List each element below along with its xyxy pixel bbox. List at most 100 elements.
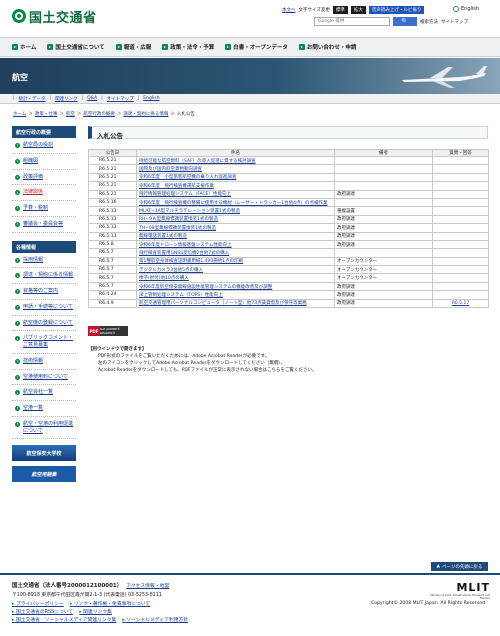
cell-qa-link [432,239,489,250]
cell-title-link[interactable]: RH−9Ａ型無線標識装置換装1式の製造 [136,214,335,225]
cell-title-link[interactable]: 令和6年度 飛行検査機の整備に使用する機材（レーザー・トラッカー1台他4点）の点… [136,197,335,208]
breadcrumb-procurement[interactable]: 調達・契約に係る情報 [123,111,168,117]
cell-title-link[interactable]: TH−08型無線標識装置換装1式の製造 [136,223,335,233]
get-adobe-reader-badge[interactable]: PDF Get ADOBE® READER® [88,326,128,337]
table-row: R6.5.21 令和6年度 小型旅客航空機の乗り入れ促進調査 [88,172,489,183]
cell-title-link[interactable]: デジタルカメラ3台他5点の購入 [136,265,335,275]
gnav-home[interactable]: ホーム [12,43,36,51]
cell-title-link[interactable]: 持続可能な航空燃料（SAF）の導入促進に資する検討調査 [136,155,335,166]
cell-title-link[interactable]: 飛行情報管理処理システム（FACE）性能向上 [136,189,335,199]
main-content: 入札公告 公告日 件名 備考 質問・回答 R6.5.21 持続可能な航空燃料（SA… [88,126,489,374]
cell-date: R6.5.21 [88,164,137,174]
footer-org: 国土交通省（法人番号2000012100001） アクセス情報・地図 [12,581,169,589]
mlit-logo-subtext: Ministry of Land, Infrastructure, Transp… [430,594,490,600]
gnav-label: 国土交通省について [55,45,105,51]
cell-note [334,155,433,166]
cell-title-link[interactable]: 航空交通管理用パーソナルコンピュータ（ノート型）他73点賃貸借及び保守等業務 [136,298,335,309]
access-map-link[interactable]: アクセス情報・地図 [126,584,169,589]
arrow-icon [15,143,20,148]
cell-title-link[interactable]: 第1種航空身体検査証明書用紙1,400冊他1点の印刷 [136,256,335,267]
social-media-links-link[interactable]: 国土交通省 ソーシャルメディア関連リンク集 [12,616,116,623]
sidebar-item-councils[interactable]: 審議会・委員会等 [12,217,76,233]
rss-link[interactable]: 国土交通省のRSSについて [12,608,73,615]
gnav-whitepaper[interactable]: 白書・オープンデータ [225,43,288,51]
sidebar-item-public-comment[interactable]: パブリックコメント・ご意見募集 [12,331,76,354]
sidebar-item-evaluation[interactable]: 政策評価 [12,170,76,186]
arrow-icon [15,257,20,263]
speech-reader-button[interactable]: 音声読み上げ・ルビ振り [368,6,425,14]
table-row: R6.5.7 椅子(肘付)他10点の購入 オープンカウンター [88,273,489,283]
arrow-icon [15,406,20,411]
sidebar-item-qualifications[interactable]: 資格等のご案内 [12,284,76,300]
subnav-sitemap[interactable]: サイトマップ [107,96,134,102]
tender-notice-table: 公告日 件名 備考 質問・回答 R6.5.21 持続可能な航空燃料（SAF）の導入… [88,149,489,309]
english-link[interactable]: English [453,6,479,12]
cell-qa-link[interactable]: R6.5.17 [432,298,489,309]
table-row: R6.5.8 令和6年度ドローン情報基盤システム性能向上 政府調達 [88,239,489,250]
table-row: R6.5.21 飛行情報管理処理システム（FACE）性能向上 政府調達 [88,189,489,199]
search-button[interactable]: 🔍 [393,17,417,26]
cell-note: オープンカウンター [334,265,433,275]
sidebar-item-budget[interactable]: 予算・税制 [12,201,76,217]
table-row: R6.5.16 令和6年度 飛行検査機の整備に使用する機材（レーザー・トラッカー1… [88,197,489,208]
breadcrumb-overview[interactable]: 航空行政の概要 [83,111,115,117]
copyright-link[interactable]: リンク・著作権・免責事項について [70,600,151,607]
sidebar-item-airlines[interactable]: 航空会社一覧 [12,385,76,401]
aviation-glossary-banner[interactable]: 航空用語集 [12,466,76,483]
sidebar-group-info: 各種情報 採用情報 調達・契約に係る情報 資格等のご案内 申請・手続等について … [12,240,76,440]
subnav-qa[interactable]: Q&A [87,96,97,101]
breadcrumb-aviation[interactable]: 航空 [66,111,75,117]
cell-title-link[interactable]: 椅子(肘付)他10点の購入 [136,273,335,283]
sidebar-item-registration[interactable]: 航空機の登録について [12,316,76,332]
table-row: R6.5.7 令和6年度航空保安無線施設性能管理システムの機能改善及び調整 政府調達 [88,281,489,292]
gnav-press[interactable]: 報道・広報 [115,43,151,51]
cell-title-link[interactable]: 洋上管制処理システム（TOPS）性能向上 [136,290,335,300]
gnav-policy[interactable]: 政策・法令・予算 [162,43,214,51]
cell-note: 政府調達 [334,223,433,233]
breadcrumb-policy[interactable]: 政策・仕事 [35,111,58,117]
gnav-contact[interactable]: お問い合わせ・申請 [298,43,356,51]
cell-note [334,181,433,191]
cell-title-link[interactable]: 令和6年度ドローン情報基盤システム性能向上 [136,239,335,250]
cell-title-link[interactable]: 飛行検査装置用GNSS受信機2台他7式の購入 [136,248,335,258]
privacy-policy-link[interactable]: プライバシーポリシー [12,600,64,607]
gnav-about[interactable]: 国土交通省について [47,43,105,51]
cell-title-link[interactable]: 令和6年度航空保安無線施設性能管理システムの機能改善及び調整 [136,281,335,292]
sidebar-item-technical[interactable]: 技術情報 [12,354,76,370]
subnav-english[interactable]: English [143,96,159,101]
site-logo[interactable]: 国土交通省 [12,9,97,26]
page-top-button[interactable]: ▲ ページの先頭に戻る [431,562,488,571]
cell-title-link[interactable]: 無線電話装置1式の製造 [136,231,335,241]
subnav-statistics[interactable]: 統計・データ [19,96,46,102]
sidebar-item-applications[interactable]: 申請・手続等について [12,300,76,316]
skip-to-content-link[interactable]: 本文へ [282,7,296,13]
sidebar-item-recruit[interactable]: 採用情報 [12,253,76,269]
sitemap-link[interactable]: サイトマップ [441,19,468,25]
cell-title-link[interactable]: MLAT−3A型マルチラテレーション装置1式の製造 [136,206,335,216]
cell-qa-link [432,273,489,283]
sidebar-item-promotion[interactable]: 航空・空港の利用促進について [12,417,76,440]
font-size-standard-button[interactable]: 標準 [332,6,348,14]
related-links-link[interactable]: 関連リンク集 [79,608,112,615]
table-row: R6.4.9 航空交通管理用パーソナルコンピュータ（ノート型）他73点賃貸借及び保… [88,298,489,309]
help-text: Acrobat Readerをダウンロードしても、PDFファイルが正常に表示され… [98,367,317,373]
sidebar-item-laws[interactable]: 法律関係 [12,185,76,201]
aviation-school-banner[interactable]: 航空保安大学校 [12,445,76,462]
sidebar-item-airport-fees[interactable]: 空港使用料について [12,370,76,386]
social-media-policy-link[interactable]: ソーシャルメディア利用方針 [122,616,188,623]
sidebar-item-organization[interactable]: 組織図 [12,154,76,170]
sidebar-item-airports[interactable]: 空港一覧 [12,401,76,417]
search-input[interactable] [314,17,390,26]
font-size-large-button[interactable]: 拡大 [350,6,366,14]
breadcrumb-home[interactable]: ホーム [13,111,26,117]
sidebar-item-role[interactable]: 航空局の役割 [12,138,76,154]
search-help-link[interactable]: 検索方法 [420,19,438,25]
cell-title-link[interactable]: 令和6年度 飛行検査機運航支援作業 [136,181,335,191]
subnav-links[interactable]: 関連リンク [55,96,78,102]
sidebar-item-procurement[interactable]: 調達・契約に係る情報 [12,268,76,284]
help-text: PDF形式のファイルをご覧いただくためには、Adobe Acrobat Read… [98,354,270,360]
cell-title-link[interactable]: 令和6年度 小型旅客航空機の乗り入れ促進調査 [136,172,335,183]
cell-title-link[interactable]: 国際及び国内航空貨物動向調査 [136,164,335,174]
cell-note: オープンカウンター [334,256,433,267]
site-header: 国土交通省 本文へ 文字サイズ変更 標準 拡大 音声読み上げ・ルビ振り Engl… [0,0,500,36]
